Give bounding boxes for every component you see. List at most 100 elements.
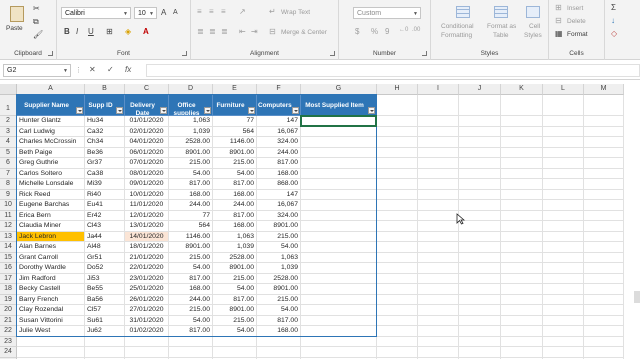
table-cell[interactable]: 10/01/2020: [125, 189, 169, 200]
cell[interactable]: [377, 179, 418, 190]
row-header-4[interactable]: 4: [0, 137, 17, 148]
cell[interactable]: [459, 179, 501, 190]
cell[interactable]: [377, 200, 418, 211]
cell[interactable]: [377, 273, 418, 284]
table-cell[interactable]: 06/01/2020: [125, 147, 169, 158]
percent-button[interactable]: %: [371, 27, 378, 36]
cell[interactable]: [377, 252, 418, 263]
table-cell[interactable]: 23/01/2020: [125, 273, 169, 284]
insert-icon[interactable]: ⊞: [555, 3, 562, 12]
cell[interactable]: [418, 347, 459, 358]
supplier-name-cell[interactable]: Eugene Barchas: [17, 200, 85, 211]
row-header-11[interactable]: 11: [0, 210, 17, 221]
supplier-name-cell[interactable]: Jim Radford: [17, 273, 85, 284]
table-cell[interactable]: Do52: [85, 263, 125, 274]
table-cell[interactable]: 244.00: [169, 200, 213, 211]
row-header-21[interactable]: 21: [0, 315, 17, 326]
cell[interactable]: [213, 336, 257, 347]
table-cell[interactable]: [301, 284, 377, 295]
cell[interactable]: [543, 210, 584, 221]
table-cell[interactable]: 817.00: [169, 273, 213, 284]
table-cell[interactable]: [301, 326, 377, 337]
cell[interactable]: [543, 231, 584, 242]
cell[interactable]: [459, 231, 501, 242]
supplier-name-cell[interactable]: Jack Lebron: [17, 231, 85, 242]
worksheet-grid[interactable]: A B C D E F G H I J K L M 1 2 3 4 5 6 7 8 9 10 11 12 13 14 15 16 17 18…: [0, 84, 640, 359]
table-cell[interactable]: Ca38: [85, 168, 125, 179]
cell[interactable]: [418, 168, 459, 179]
cell[interactable]: [501, 158, 543, 169]
cell[interactable]: [418, 305, 459, 316]
table-cell[interactable]: 31/01/2020: [125, 315, 169, 326]
decrease-decimal-icon[interactable]: .00: [412, 27, 420, 33]
cell[interactable]: [543, 263, 584, 274]
table-cell[interactable]: 54.00: [169, 263, 213, 274]
table-cell[interactable]: 8901.00: [169, 147, 213, 158]
increase-font-icon[interactable]: A: [161, 8, 166, 17]
table-cell[interactable]: 02/01/2020: [125, 126, 169, 137]
table-cell[interactable]: Be36: [85, 147, 125, 158]
table-cell[interactable]: 868.00: [257, 179, 301, 190]
table-cell[interactable]: Ch34: [85, 137, 125, 148]
comma-style-button[interactable]: 9: [385, 27, 389, 36]
table-cell[interactable]: 09/01/2020: [125, 179, 169, 190]
insert-button[interactable]: Insert: [567, 5, 583, 12]
number-launcher[interactable]: [422, 51, 427, 56]
cell[interactable]: [543, 326, 584, 337]
cell[interactable]: [543, 189, 584, 200]
cell[interactable]: [125, 336, 169, 347]
table-cell[interactable]: 77: [213, 116, 257, 127]
cell[interactable]: [257, 336, 301, 347]
table-cell[interactable]: 8901.00: [213, 305, 257, 316]
cell[interactable]: [584, 179, 624, 190]
supplier-name-cell[interactable]: Susan Vittorini: [17, 315, 85, 326]
cell[interactable]: [459, 158, 501, 169]
format-as-table-icon[interactable]: [494, 6, 508, 18]
cell[interactable]: [459, 273, 501, 284]
cell[interactable]: [543, 273, 584, 284]
font-launcher[interactable]: [182, 51, 187, 56]
table-cell[interactable]: [301, 294, 377, 305]
decrease-font-icon[interactable]: A: [173, 9, 178, 16]
cell[interactable]: [584, 147, 624, 158]
table-cell[interactable]: 215.00: [213, 273, 257, 284]
cell[interactable]: [584, 189, 624, 200]
cell[interactable]: [377, 147, 418, 158]
table-cell[interactable]: 324.00: [257, 210, 301, 221]
table-cell[interactable]: 1,063: [257, 252, 301, 263]
supplier-name-cell[interactable]: Becky Castell: [17, 284, 85, 295]
cell[interactable]: [377, 305, 418, 316]
column-header-i[interactable]: I: [418, 84, 459, 95]
cell[interactable]: [543, 252, 584, 263]
alignment-launcher[interactable]: [330, 51, 335, 56]
align-center-icon[interactable]: ≣: [209, 27, 216, 36]
table-cell[interactable]: 1,039: [213, 242, 257, 253]
cell[interactable]: [418, 126, 459, 137]
cell[interactable]: [543, 221, 584, 232]
cell[interactable]: [501, 273, 543, 284]
cell[interactable]: [584, 231, 624, 242]
table-cell[interactable]: 1,063: [213, 231, 257, 242]
cell[interactable]: [85, 347, 125, 358]
table-cell[interactable]: 8901.00: [257, 284, 301, 295]
cell[interactable]: [584, 294, 624, 305]
filter-dropdown-icon[interactable]: [292, 107, 299, 114]
supplier-name-cell[interactable]: Grant Carroll: [17, 252, 85, 263]
table-cell[interactable]: 147: [257, 116, 301, 127]
table-header-5[interactable]: Furniture: [213, 95, 257, 116]
scrollbar-thumb[interactable]: [634, 291, 640, 303]
indent-icon[interactable]: ⇤: [239, 27, 246, 36]
table-cell[interactable]: 2528.00: [169, 137, 213, 148]
table-cell[interactable]: 16,067: [257, 126, 301, 137]
column-header-b[interactable]: B: [85, 84, 125, 95]
table-cell[interactable]: [301, 200, 377, 211]
supplier-name-cell[interactable]: Claudia Miner: [17, 221, 85, 232]
cell[interactable]: [543, 294, 584, 305]
table-header-6[interactable]: Computers: [257, 95, 301, 116]
column-header-a[interactable]: A: [17, 84, 85, 95]
cell[interactable]: [377, 284, 418, 295]
format-painter-icon[interactable]: 🖌: [33, 30, 43, 39]
cell[interactable]: [501, 200, 543, 211]
cell[interactable]: [501, 231, 543, 242]
supplier-name-cell[interactable]: Michelle Lonsdale: [17, 179, 85, 190]
